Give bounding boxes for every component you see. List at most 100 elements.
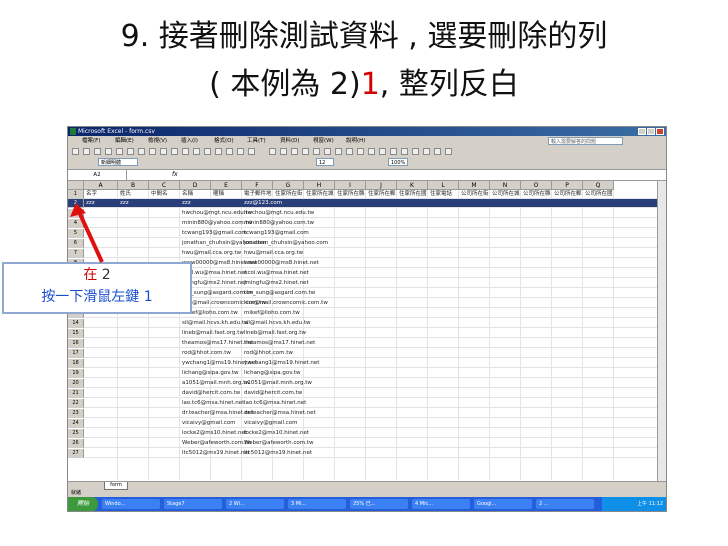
menu-item-4[interactable]: 格式(O) <box>214 136 234 146</box>
cell[interactable]: david@hercit.com.tw <box>244 389 302 398</box>
font-size-select[interactable]: 12 <box>316 158 334 166</box>
row-header-2[interactable]: 2 <box>68 199 84 208</box>
toolbar-button-icon[interactable] <box>302 148 309 155</box>
column-header-P[interactable]: P <box>552 181 583 190</box>
cell[interactable]: theamos@ms17.hinet.net <box>244 339 315 348</box>
toolbar-button-icon[interactable] <box>445 148 452 155</box>
cell[interactable]: lineb@mail.fast.org.tw <box>182 329 244 338</box>
cell[interactable]: hwu@mail.cca.org.tw <box>244 249 303 258</box>
toolbar-button-icon[interactable] <box>412 148 419 155</box>
taskbar-item-5[interactable]: 4 Mic... <box>412 499 470 509</box>
table-row[interactable]: lichang@sipa.gov.tw lichang@sipa.gov.tw <box>84 369 658 378</box>
cell[interactable]: 公司所在城 <box>492 190 520 199</box>
table-row[interactable]: ltc5012@ms19.hinet.net ltc5012@ms19.hinet… <box>84 449 658 458</box>
cell[interactable]: ncol.wu@msa.hinet.net <box>244 269 309 278</box>
cell[interactable]: 電子郵件地 <box>244 190 272 199</box>
menu-item-1[interactable]: 編輯(E) <box>115 136 134 146</box>
taskbar-item-4[interactable]: 25% 已... <box>350 499 408 509</box>
cell[interactable]: david@hercit.com.tw <box>182 389 240 398</box>
table-row[interactable]: david@hercit.com.tw david@hercit.com.tw <box>84 389 658 398</box>
table-row[interactable]: locke2@ms10.hinet.net locke2@ms10.hinet.n… <box>84 429 658 438</box>
cell[interactable]: 中間名 <box>151 190 168 199</box>
menu-item-5[interactable]: 工具(T) <box>247 136 266 146</box>
taskbar-item-6[interactable]: Googl... <box>474 499 532 509</box>
toolbar-button-icon[interactable] <box>138 148 145 155</box>
taskbar-item-7[interactable]: 2 ... <box>536 499 594 509</box>
cell[interactable]: lichang@sipa.gov.tw <box>182 369 239 378</box>
column-header-N[interactable]: N <box>490 181 521 190</box>
toolbar-button-icon[interactable] <box>291 148 298 155</box>
cell[interactable]: rod@hhot.com.tw <box>244 349 293 358</box>
cell[interactable]: lichang@sipa.gov.tw <box>244 369 301 378</box>
fx-icon[interactable]: fx <box>172 170 178 180</box>
menu-item-2[interactable]: 檢視(V) <box>148 136 167 146</box>
table-row[interactable]: sil@mail.hcvs.kh.edu.tw sil@mail.hcvs.kh.… <box>84 319 658 328</box>
cell[interactable]: a1051@mail.mnh.org.tw <box>244 379 312 388</box>
cell[interactable]: theamos@ms17.hinet.net <box>182 339 253 348</box>
toolbar-button-icon[interactable] <box>434 148 441 155</box>
toolbar-button-icon[interactable] <box>423 148 430 155</box>
cell[interactable]: 公司所在國 <box>585 190 613 199</box>
cell[interactable]: hwchou@mgt.ncu.edu.tw <box>182 209 252 218</box>
toolbar-button-icon[interactable] <box>105 148 112 155</box>
column-header-D[interactable]: D <box>180 181 211 190</box>
cell[interactable]: lineb@mail.fast.org.tw <box>244 329 306 338</box>
row-header-17[interactable]: 17 <box>68 349 84 358</box>
cell[interactable]: sil@mail.hcvs.kh.edu.tw <box>182 319 249 328</box>
toolbar-button-icon[interactable] <box>269 148 276 155</box>
row-header-26[interactable]: 26 <box>68 439 84 448</box>
zoom-select[interactable]: 100% <box>388 158 408 166</box>
cell[interactable]: zzz@123.com <box>244 199 282 208</box>
cell[interactable]: 住家所在城 <box>306 190 334 199</box>
column-header-L[interactable]: L <box>428 181 459 190</box>
row-header-15[interactable]: 15 <box>68 329 84 338</box>
cell[interactable]: mikef@lioho.com.tw <box>244 309 300 318</box>
cell[interactable]: 住家所在郵 <box>368 190 396 199</box>
column-header-J[interactable]: J <box>366 181 397 190</box>
column-header-H[interactable]: H <box>304 181 335 190</box>
menu-item-0[interactable]: 檔案(F) <box>82 136 100 146</box>
minimize-button[interactable] <box>638 128 646 135</box>
column-header-O[interactable]: O <box>521 181 552 190</box>
cell[interactable]: minin880@yahoo.com.tw <box>244 219 314 228</box>
menu-item-6[interactable]: 資料(D) <box>280 136 300 146</box>
toolbar-button-icon[interactable] <box>335 148 342 155</box>
cell[interactable]: tcwang193@gmail.com <box>244 229 309 238</box>
table-row[interactable]: ywchang1@ms19.hinet.net ywchang1@ms19.hin… <box>84 359 658 368</box>
cell[interactable]: kim@mail.crowncomic.com.tw <box>244 299 328 308</box>
close-button[interactable] <box>656 128 664 135</box>
row-header-25[interactable]: 25 <box>68 429 84 438</box>
table-row[interactable]: lineb@mail.fast.org.tw lineb@mail.fast.or… <box>84 329 658 338</box>
column-header-G[interactable]: G <box>273 181 304 190</box>
row-header-16[interactable]: 16 <box>68 339 84 348</box>
column-header-I[interactable]: I <box>335 181 366 190</box>
toolbar-button-icon[interactable] <box>346 148 353 155</box>
toolbar-button-icon[interactable] <box>280 148 287 155</box>
table-row[interactable]: Weber@afeworth.com.tw Weber@afeworth.com.… <box>84 439 658 448</box>
cell[interactable]: 住家所在國 <box>399 190 427 199</box>
toolbar-button-icon[interactable] <box>379 148 386 155</box>
cell[interactable]: 公司所在郵 <box>554 190 582 199</box>
cell[interactable]: lao.tc6@msa.hinet.net <box>244 399 306 408</box>
toolbar-button-icon[interactable] <box>368 148 375 155</box>
toolbar-button-icon[interactable] <box>357 148 364 155</box>
font-select[interactable]: 新細明體 <box>98 158 138 166</box>
cell[interactable]: ltc5012@ms19.hinet.net <box>244 449 312 458</box>
cell[interactable]: locke2@ms10.hinet.net <box>244 429 309 438</box>
toolbar-button-icon[interactable] <box>313 148 320 155</box>
cell[interactable]: tcwang193@gmail.com <box>182 229 247 238</box>
toolbar-button-icon[interactable] <box>72 148 79 155</box>
row-header-18[interactable]: 18 <box>68 359 84 368</box>
toolbar-button-icon[interactable] <box>83 148 90 155</box>
row-header-3[interactable]: 3 <box>68 209 84 218</box>
select-all-corner[interactable] <box>68 181 84 190</box>
row-header-6[interactable]: 6 <box>68 239 84 248</box>
cell[interactable]: 住家電話 <box>430 190 452 199</box>
table-row[interactable]: rod@hhot.com.tw rod@hhot.com.tw <box>84 349 658 358</box>
cell[interactable]: ltc5012@ms19.hinet.net <box>182 449 250 458</box>
cell[interactable]: jonathan_chuhsin@yahoo.com <box>244 239 328 248</box>
row-header-7[interactable]: 7 <box>68 249 84 258</box>
cell[interactable]: zzz <box>120 199 129 208</box>
cell[interactable]: hwu@mail.cca.org.tw <box>182 249 241 258</box>
row-header-5[interactable]: 5 <box>68 229 84 238</box>
